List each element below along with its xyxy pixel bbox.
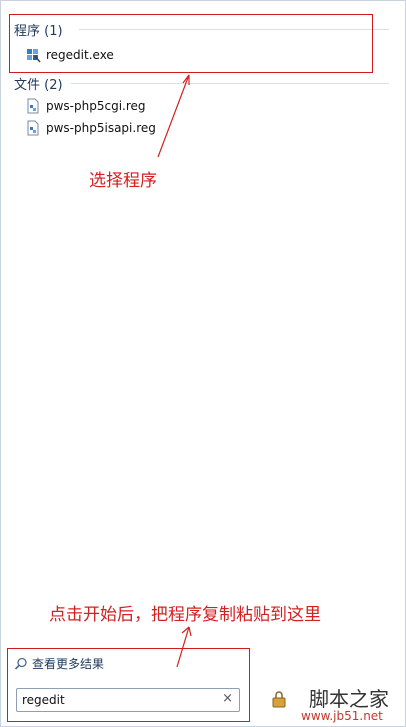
annotation-arrow-select	[157, 74, 190, 158]
registry-file-icon	[25, 98, 41, 114]
file-item-label: pws-php5cgi.reg	[46, 99, 146, 113]
registry-file-icon	[25, 120, 41, 136]
files-divider	[71, 83, 389, 84]
watermark-url: www.jb51.net	[301, 709, 383, 723]
file-item-label: pws-php5isapi.reg	[46, 121, 156, 135]
programs-highlight-box	[9, 14, 373, 73]
search-highlight-box	[7, 648, 250, 722]
annotation-select-program: 选择程序	[89, 171, 157, 191]
start-menu-search-panel: 程序 (1) regedit.exe 文件 (2) pws-php5cgi.re…	[0, 0, 406, 727]
watermark-title: 脚本之家	[309, 687, 389, 711]
file-item-php5isapi[interactable]: pws-php5isapi.reg	[25, 120, 156, 136]
lock-icon[interactable]	[270, 690, 288, 708]
files-section-header: 文件 (2)	[14, 78, 63, 93]
file-item-php5cgi[interactable]: pws-php5cgi.reg	[25, 98, 146, 114]
